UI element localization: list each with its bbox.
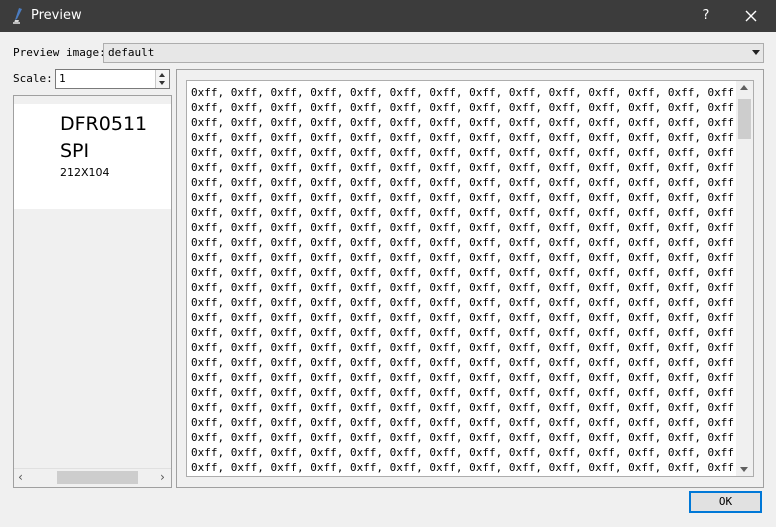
code-line: 0xff, 0xff, 0xff, 0xff, 0xff, 0xff, 0xff…: [191, 446, 735, 459]
preview-image-select[interactable]: default: [103, 43, 764, 63]
code-line: 0xff, 0xff, 0xff, 0xff, 0xff, 0xff, 0xff…: [191, 416, 735, 429]
ok-button[interactable]: OK: [689, 491, 762, 513]
spin-buttons: [155, 70, 169, 88]
spin-up-icon[interactable]: [159, 73, 165, 77]
chevron-down-icon[interactable]: [752, 50, 760, 55]
code-line: 0xff, 0xff, 0xff, 0xff, 0xff, 0xff, 0xff…: [191, 86, 735, 99]
code-line: 0xff, 0xff, 0xff, 0xff, 0xff, 0xff, 0xff…: [191, 176, 735, 189]
vertical-scrollbar[interactable]: [736, 81, 753, 476]
code-line: 0xff, 0xff, 0xff, 0xff, 0xff, 0xff, 0xff…: [191, 461, 735, 474]
image-preview-panel: DFR0511 SPI 212X104 ‹ ›: [13, 95, 172, 488]
code-line: 0xff, 0xff, 0xff, 0xff, 0xff, 0xff, 0xff…: [191, 401, 735, 414]
code-line: 0xff, 0xff, 0xff, 0xff, 0xff, 0xff, 0xff…: [191, 161, 735, 174]
horizontal-scrollbar[interactable]: ‹ ›: [14, 468, 171, 487]
code-line: 0xff, 0xff, 0xff, 0xff, 0xff, 0xff, 0xff…: [191, 131, 735, 144]
code-line: 0xff, 0xff, 0xff, 0xff, 0xff, 0xff, 0xff…: [191, 146, 735, 159]
display-line-2: SPI: [60, 140, 90, 162]
code-line: 0xff, 0xff, 0xff, 0xff, 0xff, 0xff, 0xff…: [191, 371, 735, 384]
code-line: 0xff, 0xff, 0xff, 0xff, 0xff, 0xff, 0xff…: [191, 116, 735, 129]
scroll-down-icon[interactable]: [740, 467, 748, 472]
scale-spinbox[interactable]: 1: [55, 69, 170, 89]
display-line-1: DFR0511: [60, 113, 148, 135]
code-line: 0xff, 0xff, 0xff, 0xff, 0xff, 0xff, 0xff…: [191, 206, 735, 219]
code-line: 0xff, 0xff, 0xff, 0xff, 0xff, 0xff, 0xff…: [191, 326, 735, 339]
code-output[interactable]: 0xff, 0xff, 0xff, 0xff, 0xff, 0xff, 0xff…: [186, 80, 754, 477]
scroll-thumb-vertical[interactable]: [738, 99, 751, 139]
code-line: 0xff, 0xff, 0xff, 0xff, 0xff, 0xff, 0xff…: [191, 386, 735, 399]
preview-image-label: Preview image:: [13, 46, 106, 59]
window-title: Preview: [31, 8, 82, 23]
preview-image-value: default: [108, 46, 155, 59]
code-line: 0xff, 0xff, 0xff, 0xff, 0xff, 0xff, 0xff…: [191, 296, 735, 309]
code-line: 0xff, 0xff, 0xff, 0xff, 0xff, 0xff, 0xff…: [191, 281, 735, 294]
code-line: 0xff, 0xff, 0xff, 0xff, 0xff, 0xff, 0xff…: [191, 221, 735, 234]
scroll-right-icon[interactable]: ›: [159, 470, 166, 484]
display-preview: DFR0511 SPI 212X104: [14, 104, 171, 209]
python-feather-icon: [13, 8, 22, 24]
display-line-3: 212X104: [60, 166, 110, 179]
scroll-thumb[interactable]: [57, 471, 138, 484]
code-line: 0xff, 0xff, 0xff, 0xff, 0xff, 0xff, 0xff…: [191, 266, 735, 279]
code-line: 0xff, 0xff, 0xff, 0xff, 0xff, 0xff, 0xff…: [191, 236, 735, 249]
scale-value: 1: [59, 72, 66, 85]
code-line: 0xff, 0xff, 0xff, 0xff, 0xff, 0xff, 0xff…: [191, 431, 735, 444]
code-panel: 0xff, 0xff, 0xff, 0xff, 0xff, 0xff, 0xff…: [176, 69, 764, 488]
code-text: 0xff, 0xff, 0xff, 0xff, 0xff, 0xff, 0xff…: [191, 85, 735, 475]
code-line: 0xff, 0xff, 0xff, 0xff, 0xff, 0xff, 0xff…: [191, 341, 735, 354]
code-line: 0xff, 0xff, 0xff, 0xff, 0xff, 0xff, 0xff…: [191, 251, 735, 264]
title-bar: Preview ?: [0, 0, 776, 32]
scroll-up-icon[interactable]: [740, 85, 748, 90]
spin-down-icon[interactable]: [159, 81, 165, 85]
code-line: 0xff, 0xff, 0xff, 0xff, 0xff, 0xff, 0xff…: [191, 101, 735, 114]
help-button[interactable]: ?: [694, 4, 718, 28]
scale-label: Scale:: [13, 72, 53, 85]
close-icon[interactable]: [738, 4, 764, 28]
code-line: 0xff, 0xff, 0xff, 0xff, 0xff, 0xff, 0xff…: [191, 191, 735, 204]
code-line: 0xff, 0xff, 0xff, 0xff, 0xff, 0xff, 0xff…: [191, 311, 735, 324]
scroll-left-icon[interactable]: ‹: [17, 470, 24, 484]
code-line: 0xff, 0xff, 0xff, 0xff, 0xff, 0xff, 0xff…: [191, 356, 735, 369]
